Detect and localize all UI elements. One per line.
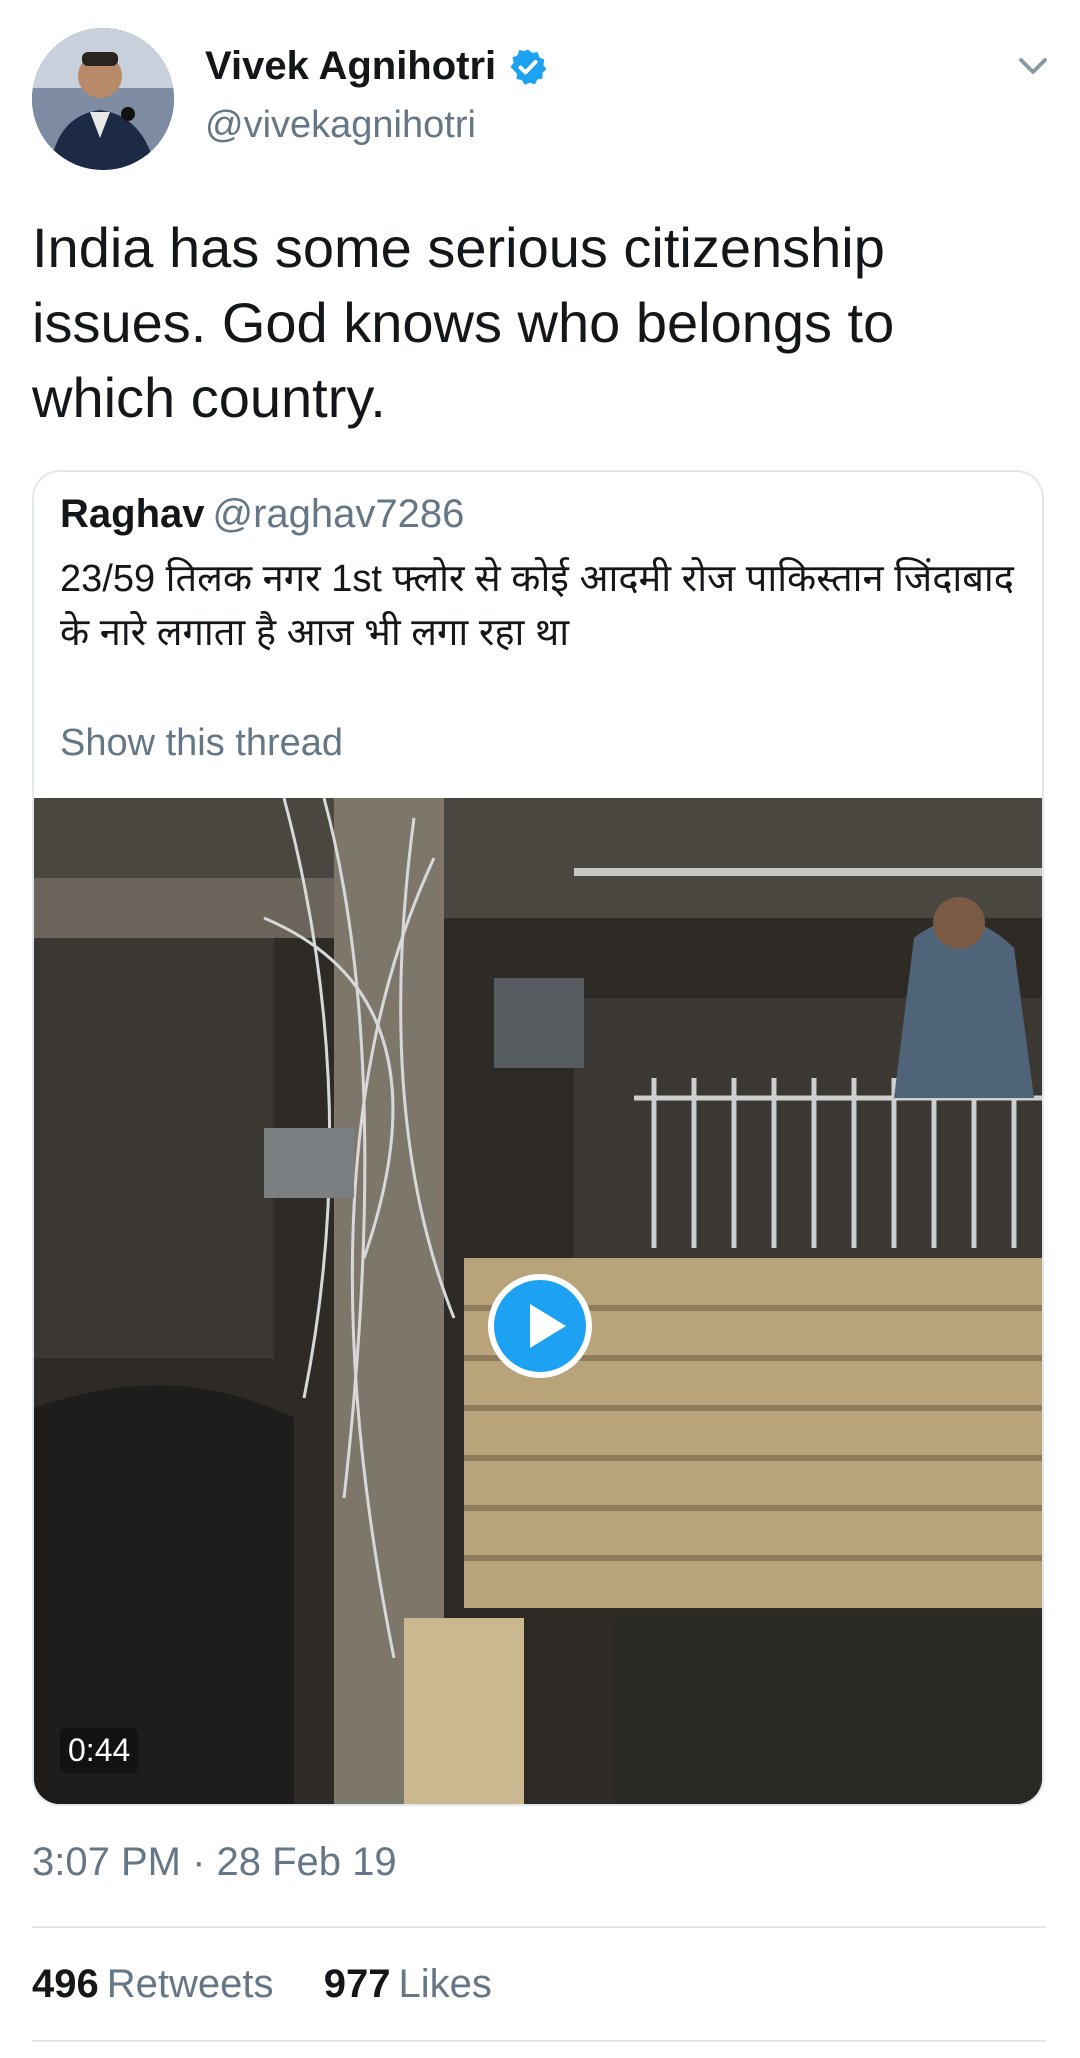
chevron-down-icon[interactable] bbox=[1015, 48, 1051, 84]
quoted-tweet-card[interactable]: Raghav @raghav7286 23/59 तिलक नगर 1st फ्ल… bbox=[32, 470, 1044, 1806]
tweet-stats: 496 Retweets 977 Likes bbox=[32, 1962, 492, 2007]
video-player[interactable]: 0:44 bbox=[34, 798, 1042, 1804]
author-name[interactable]: Vivek Agnihotri bbox=[205, 44, 496, 89]
author-handle[interactable]: @vivekagnihotri bbox=[205, 104, 476, 147]
divider bbox=[32, 1926, 1046, 1928]
divider bbox=[32, 2040, 1046, 2042]
play-icon[interactable] bbox=[488, 1274, 592, 1378]
quoted-author-name: Raghav bbox=[60, 492, 205, 536]
likes-count: 977 bbox=[323, 1962, 391, 2006]
video-duration: 0:44 bbox=[60, 1728, 139, 1773]
show-thread-link[interactable]: Show this thread bbox=[60, 722, 343, 765]
author-name-row: Vivek Agnihotri bbox=[205, 44, 548, 89]
likes-label: Likes bbox=[398, 1962, 492, 2006]
tweet-header: Vivek Agnihotri @vivekagnihotri bbox=[0, 0, 1080, 190]
quoted-tweet-header: Raghav @raghav7286 bbox=[60, 492, 464, 537]
verified-badge-icon bbox=[510, 49, 547, 85]
tweet-timestamp[interactable]: 3:07 PM · 28 Feb 19 bbox=[32, 1840, 397, 1885]
profile-photo-icon bbox=[32, 28, 174, 170]
likes-stat[interactable]: 977 Likes bbox=[324, 1962, 492, 2006]
tweet-text: India has some serious citizenship issue… bbox=[32, 216, 895, 429]
quoted-author-handle: @raghav7286 bbox=[212, 492, 465, 536]
retweets-count: 496 bbox=[32, 1962, 99, 2006]
quoted-tweet-text: 23/59 तिलक नगर 1st फ्लोर से कोई आदमी रोज… bbox=[60, 558, 1014, 654]
avatar[interactable] bbox=[32, 28, 174, 170]
retweets-stat[interactable]: 496 Retweets bbox=[32, 1962, 285, 2006]
retweets-label: Retweets bbox=[106, 1962, 274, 2006]
